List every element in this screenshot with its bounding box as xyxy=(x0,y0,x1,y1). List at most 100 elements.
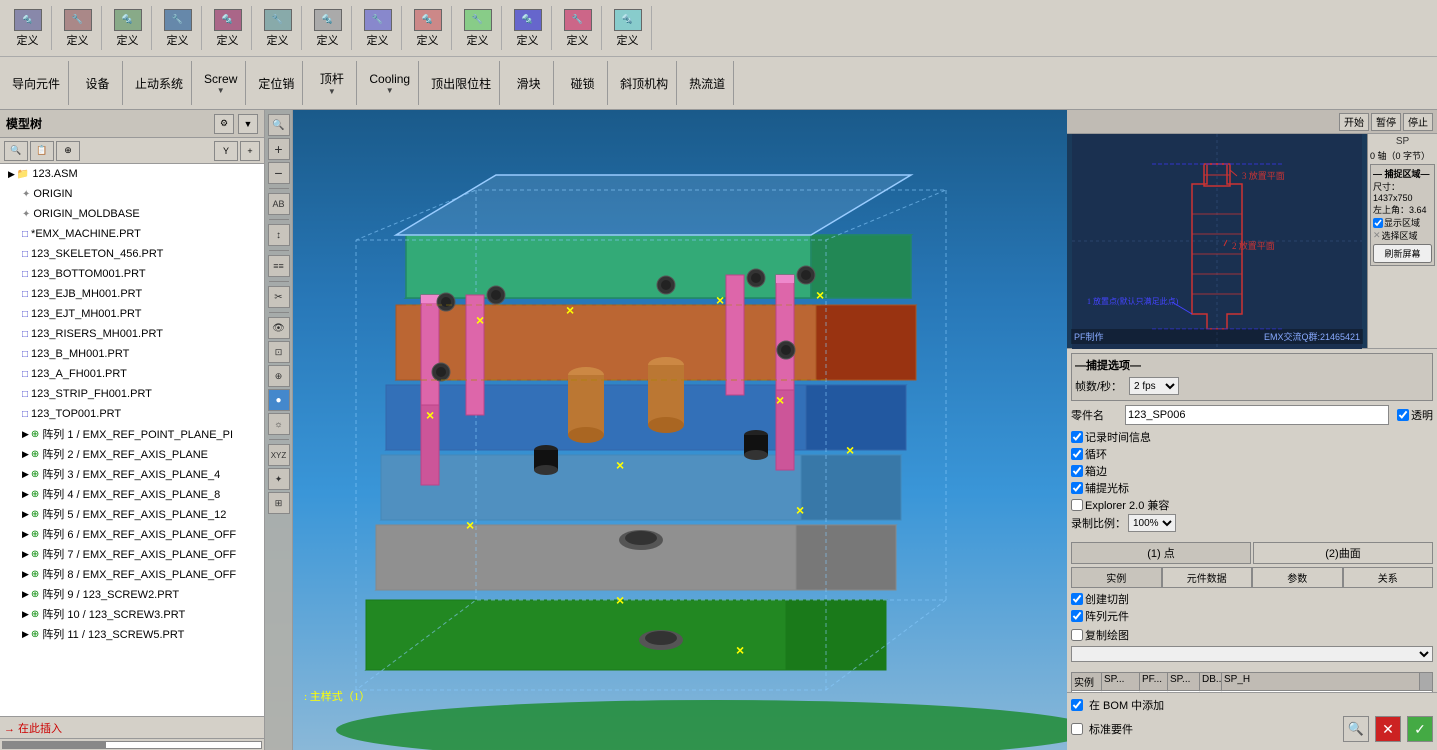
vp-toggle-icon[interactable]: ⊡ xyxy=(268,341,290,363)
menu-slide[interactable]: 滑块 xyxy=(504,61,554,105)
tree-tool-1[interactable]: 🔍 xyxy=(4,141,28,161)
confirm-btn[interactable]: ✓ xyxy=(1407,716,1433,742)
menu-ejector[interactable]: 顶杆 ▼ xyxy=(307,61,357,105)
show-area-checkbox[interactable] xyxy=(1373,218,1383,228)
tree-item-emx_machine[interactable]: □ *EMX_MACHINE.PRT xyxy=(0,224,264,244)
tree-item-arr11[interactable]: ▶ ⊕ 阵列 11 / 123_SCREW5.PRT xyxy=(0,624,264,644)
tree-item-arr9[interactable]: ▶ ⊕ 阵列 9 / 123_SCREW2.PRT xyxy=(0,584,264,604)
tab-instance[interactable]: 实例 xyxy=(1071,567,1162,587)
tree-item-a_fh[interactable]: □ 123_A_FH001.PRT xyxy=(0,364,264,384)
tb-define-7[interactable]: 🔩 定义 xyxy=(304,6,352,50)
tab-relation[interactable]: 关系 xyxy=(1343,567,1434,587)
menu-lifter[interactable]: 斜顶机构 xyxy=(612,61,677,105)
menu-guide-component[interactable]: 导向元件 xyxy=(4,61,69,105)
tree-item-arr5[interactable]: ▶ ⊕ 阵列 5 / EMX_REF_AXIS_PLANE_12 xyxy=(0,504,264,524)
vp-xyz-icon[interactable]: XYZ xyxy=(268,444,290,466)
tree-filter-btn[interactable]: ▼ xyxy=(238,114,258,134)
vp-zoom-out-icon[interactable]: − xyxy=(268,162,290,184)
vp-compass-icon[interactable]: ✦ xyxy=(268,468,290,490)
border-checkbox[interactable] xyxy=(1071,465,1083,477)
menu-screw[interactable]: Screw ▼ xyxy=(196,61,246,105)
start-button[interactable]: 开始 xyxy=(1339,113,1369,131)
tab-surface[interactable]: (2)曲面 xyxy=(1253,542,1433,564)
tree-item-arr6[interactable]: ▶ ⊕ 阵列 6 / EMX_REF_AXIS_PLANE_OFF xyxy=(0,524,264,544)
tb-define-11[interactable]: 🔩 定义 xyxy=(504,6,552,50)
menu-equipment[interactable]: 设备 xyxy=(73,61,123,105)
tree-item-strip_fh[interactable]: □ 123_STRIP_FH001.PRT xyxy=(0,384,264,404)
tree-filter-icon[interactable]: Y xyxy=(214,141,238,161)
tree-item-arr10[interactable]: ▶ ⊕ 阵列 10 / 123_SCREW3.PRT xyxy=(0,604,264,624)
tree-item-origin[interactable]: ✦ ORIGIN xyxy=(0,184,264,204)
tb-define-8[interactable]: 🔧 定义 xyxy=(354,6,402,50)
copy-drawing-checkbox[interactable] xyxy=(1071,629,1083,641)
assist-cursor-checkbox[interactable] xyxy=(1071,482,1083,494)
vp-eye-icon[interactable]: 👁 xyxy=(268,317,290,339)
tb-define-6[interactable]: 🔧 定义 xyxy=(254,6,302,50)
record-time-checkbox[interactable] xyxy=(1071,431,1083,443)
refresh-screen-btn[interactable]: 刷新屏幕 xyxy=(1373,244,1432,263)
record-ratio-select[interactable]: 100% 75% 50% xyxy=(1128,514,1176,532)
create-cut-checkbox[interactable] xyxy=(1071,593,1083,605)
transparent-checkbox[interactable] xyxy=(1397,409,1409,421)
tab-component-data[interactable]: 元件数据 xyxy=(1162,567,1253,587)
tree-tool-3[interactable]: ⊕ xyxy=(56,141,80,161)
fps-select[interactable]: 2 fps 5 fps 10 fps xyxy=(1129,377,1179,395)
tree-item-arr7[interactable]: ▶ ⊕ 阵列 7 / EMX_REF_AXIS_PLANE_OFF xyxy=(0,544,264,564)
viewport[interactable]: 🔍 + − AB ↕ ≡≡ ✂ 👁 ⊡ ⊕ ● ☼ XYZ ✦ xyxy=(265,110,1067,750)
tree-item-arr4[interactable]: ▶ ⊕ 阵列 4 / EMX_REF_AXIS_PLANE_8 xyxy=(0,484,264,504)
tree-item-root[interactable]: ▶ 📁 123.ASM xyxy=(0,164,264,184)
standard-component-checkbox[interactable] xyxy=(1071,723,1083,735)
tree-item-ejb_mh[interactable]: □ 123_EJB_MH001.PRT xyxy=(0,284,264,304)
tree-item-skeleton[interactable]: □ 123_SKELETON_456.PRT xyxy=(0,244,264,264)
pf-label[interactable]: PF制作 xyxy=(1074,330,1104,343)
explorer-compat-checkbox[interactable] xyxy=(1071,499,1083,511)
tree-item-arr3[interactable]: ▶ ⊕ 阵列 3 / EMX_REF_AXIS_PLANE_4 xyxy=(0,464,264,484)
tab-point[interactable]: (1) 点 xyxy=(1071,542,1251,564)
menu-stop-system[interactable]: 止动系统 xyxy=(127,61,192,105)
tree-item-b_mh[interactable]: □ 123_B_MH001.PRT xyxy=(0,344,264,364)
loop-checkbox[interactable] xyxy=(1071,448,1083,460)
component-name-input[interactable] xyxy=(1125,405,1389,425)
stop-button[interactable]: 停止 xyxy=(1403,113,1433,131)
vp-color-icon[interactable]: ● xyxy=(268,389,290,411)
tree-item-arr2[interactable]: ▶ ⊕ 阵列 2 / EMX_REF_AXIS_PLANE xyxy=(0,444,264,464)
vp-grid-icon[interactable]: ⊞ xyxy=(268,492,290,514)
tb-define-2[interactable]: 🔧 定义 xyxy=(54,6,102,50)
tb-define-10[interactable]: 🔧 定义 xyxy=(454,6,502,50)
vp-text-icon[interactable]: AB xyxy=(268,193,290,215)
tb-define-13[interactable]: 🔩 定义 xyxy=(604,6,652,50)
tree-settings-btn[interactable]: ⚙ xyxy=(214,114,234,134)
menu-lock[interactable]: 碰锁 xyxy=(558,61,608,105)
model-tree-list[interactable]: ▶ 📁 123.ASM ✦ ORIGIN ✦ ORIGIN_MOLDBASE □… xyxy=(0,164,264,716)
vp-scissors-icon[interactable]: ✂ xyxy=(268,286,290,308)
menu-ejector-stop[interactable]: 顶出限位柱 xyxy=(423,61,500,105)
pause-button[interactable]: 暂停 xyxy=(1371,113,1401,131)
tab-params[interactable]: 参数 xyxy=(1252,567,1343,587)
tb-define-3[interactable]: 🔩 定义 xyxy=(104,6,152,50)
menu-locating-pin[interactable]: 定位销 xyxy=(250,61,303,105)
vp-zoom-icon[interactable]: 🔍 xyxy=(268,114,290,136)
tree-item-bottom[interactable]: □ 123_BOTTOM001.PRT xyxy=(0,264,264,284)
tb-define-9[interactable]: 🔩 定义 xyxy=(404,6,452,50)
array-element-checkbox[interactable] xyxy=(1071,610,1083,622)
search-btn[interactable]: 🔍 xyxy=(1343,716,1369,742)
tree-item-ejt_mh[interactable]: □ 123_EJT_MH001.PRT xyxy=(0,304,264,324)
add-to-bom-checkbox[interactable] xyxy=(1071,699,1083,711)
tree-item-risers[interactable]: □ 123_RISERS_MH001.PRT xyxy=(0,324,264,344)
vp-light-icon[interactable]: ☼ xyxy=(268,413,290,435)
tree-item-top[interactable]: □ 123_TOP001.PRT xyxy=(0,404,264,424)
tb-define-12[interactable]: 🔧 定义 xyxy=(554,6,602,50)
menu-cooling[interactable]: Cooling ▼ xyxy=(361,61,419,105)
vp-move-icon[interactable]: ↕ xyxy=(268,224,290,246)
tree-item-arr1[interactable]: ▶ ⊕ 阵列 1 / EMX_REF_POINT_PLANE_PI xyxy=(0,424,264,444)
menu-hot-runner[interactable]: 热流道 xyxy=(681,61,734,105)
vp-zoom-in-icon[interactable]: + xyxy=(268,138,290,160)
tree-tool-2[interactable]: 📋 xyxy=(30,141,54,161)
copy-drawing-select[interactable] xyxy=(1071,646,1433,662)
delete-btn[interactable]: ✕ xyxy=(1375,716,1401,742)
tb-define-4[interactable]: 🔧 定义 xyxy=(154,6,202,50)
tb-define-5[interactable]: 🔩 定义 xyxy=(204,6,252,50)
tree-add-btn[interactable]: + xyxy=(240,141,260,161)
vp-layers-icon[interactable]: ≡≡ xyxy=(268,255,290,277)
tb-define-1[interactable]: 🔩 定义 xyxy=(4,6,52,50)
